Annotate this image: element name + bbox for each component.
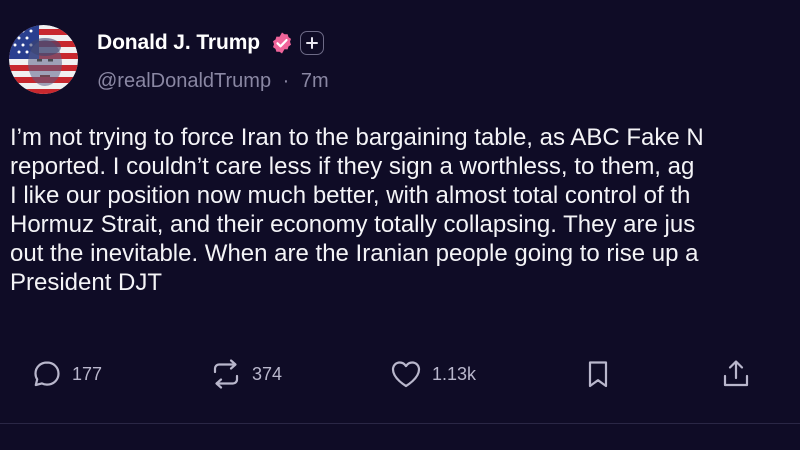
bookmark-icon (585, 358, 611, 390)
author-display-name[interactable]: Donald J. Trump (97, 31, 260, 55)
author-name-row: Donald J. Trump (97, 29, 325, 57)
repost-count: 374 (252, 363, 283, 384)
repost-button[interactable]: 374 (209, 356, 282, 392)
post-body: I’m not trying to force Iran to the barg… (10, 123, 800, 297)
repost-icon (209, 358, 243, 390)
like-button[interactable]: 1.13k (389, 356, 476, 392)
author-handle[interactable]: @realDonaldTrump (97, 70, 271, 92)
post-divider (0, 423, 800, 424)
avatar[interactable] (9, 25, 78, 94)
post-timestamp[interactable]: 7m (301, 70, 329, 92)
meta-separator: · (282, 70, 290, 92)
share-icon (721, 358, 751, 390)
heart-icon (389, 358, 423, 390)
post-text-line: I’m not trying to force Iran to the barg… (10, 124, 704, 151)
avatar-image (9, 25, 78, 94)
author-meta: @realDonaldTrump · 7m (97, 70, 329, 93)
reply-button[interactable]: 177 (31, 356, 102, 392)
plus-icon[interactable] (300, 31, 325, 55)
post-actions: 177 374 1.13k (0, 356, 800, 396)
post-text-line: I like our position now much better, wit… (10, 182, 691, 209)
comment-icon (31, 358, 63, 390)
post-text-line: President DJT (10, 269, 163, 296)
like-count: 1.13k (432, 363, 477, 384)
share-button[interactable] (721, 356, 751, 392)
post-card: Donald J. Trump @realDonaldTrump · 7m I’… (0, 0, 800, 450)
post-text-line: Hormuz Strait, and their economy totally… (10, 211, 696, 238)
post-text-line: out the inevitable. When are the Iranian… (10, 240, 699, 267)
verified-badge-icon (270, 31, 294, 55)
reply-count: 177 (72, 363, 103, 384)
post-text-line: reported. I couldn’t care less if they s… (10, 153, 695, 180)
bookmark-button[interactable] (585, 356, 611, 392)
